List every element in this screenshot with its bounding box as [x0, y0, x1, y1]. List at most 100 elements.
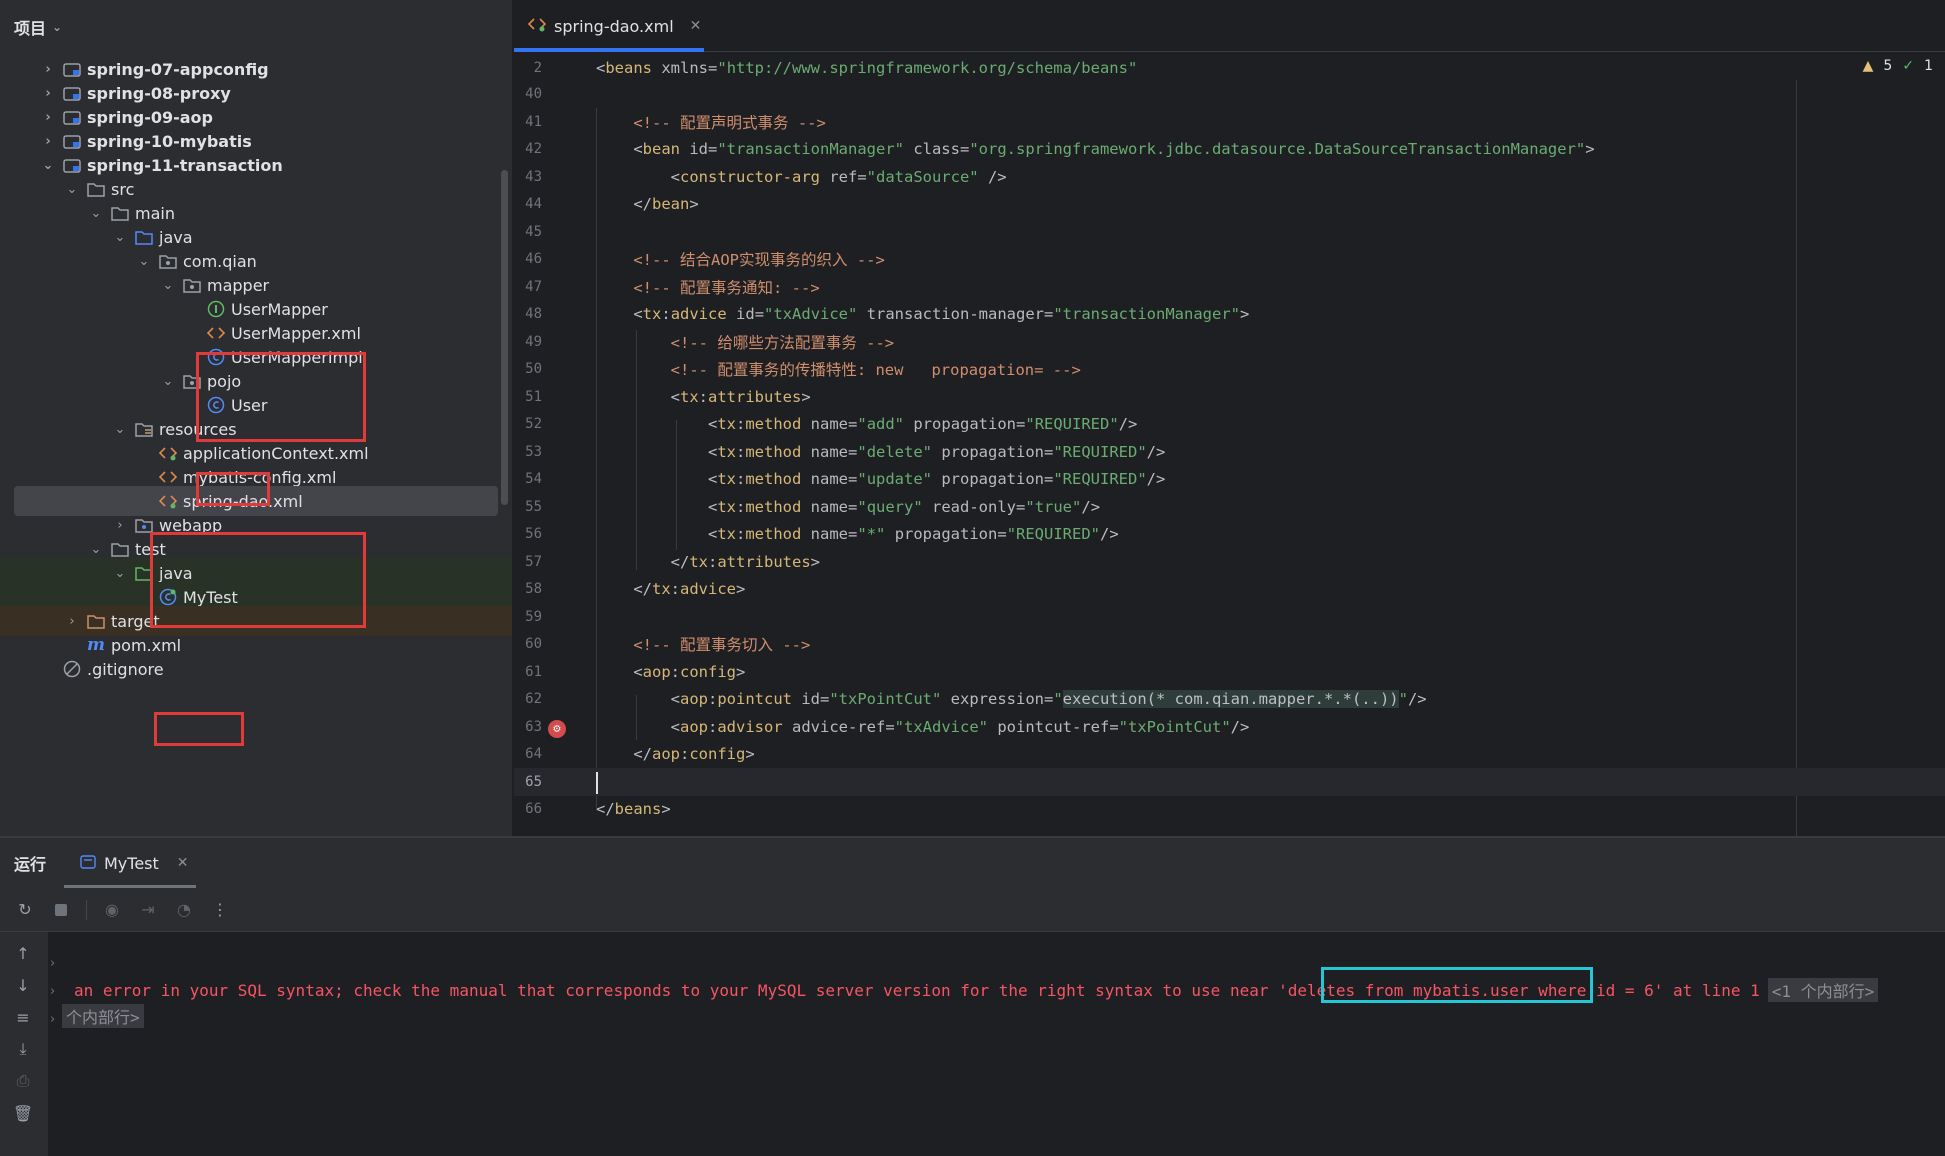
arrow-up-icon[interactable]: ↑	[12, 942, 34, 964]
chevron-right-icon[interactable]: ›	[50, 1012, 55, 1027]
code-line[interactable]: 40	[514, 80, 1945, 108]
code-line[interactable]: 65	[514, 768, 1945, 796]
line-number[interactable]: 57	[514, 554, 542, 570]
line-number[interactable]: 58	[514, 581, 542, 597]
line-number[interactable]: 51	[514, 389, 542, 405]
line-number[interactable]: 49	[514, 334, 542, 350]
line-number[interactable]: 45	[514, 224, 542, 240]
project-panel-header[interactable]: 项目 ⌄	[0, 0, 512, 54]
coverage-icon[interactable]: ◔	[173, 899, 195, 921]
line-number[interactable]: 48	[514, 306, 542, 322]
code-line[interactable]: 56 <tx:method name="*" propagation="REQU…	[514, 520, 1945, 548]
tab-spring-dao-xml[interactable]: spring-dao.xml ✕	[514, 0, 704, 52]
chevron-down-icon[interactable]: ⌄	[160, 374, 176, 389]
tab-mytest-run[interactable]: MyTest ✕	[64, 838, 196, 888]
chevron-down-icon[interactable]: ⌄	[112, 230, 128, 245]
chevron-down-icon[interactable]: ⌄	[52, 20, 62, 34]
code-line[interactable]: 49 <!-- 给哪些方法配置事务 -->	[514, 328, 1945, 356]
line-number[interactable]: 2	[514, 60, 542, 76]
code-line[interactable]: 2 <beans xmlns="http://www.springframewor…	[514, 54, 1945, 82]
code-line[interactable]: 63 <aop:advisor advice-ref="txAdvice" po…	[514, 713, 1945, 741]
collapsed-lines-indicator[interactable]: <1 个内部行>	[1767, 978, 1879, 1002]
line-number[interactable]: 47	[514, 279, 542, 295]
line-number[interactable]: 50	[514, 361, 542, 377]
chevron-right-icon[interactable]: ›	[40, 110, 56, 125]
code-line[interactable]: 64 </aop:config>	[514, 740, 1945, 768]
line-number[interactable]: 41	[514, 114, 542, 130]
line-number[interactable]: 59	[514, 609, 542, 625]
line-number[interactable]: 64	[514, 746, 542, 762]
code-line[interactable]: 52 <tx:method name="add" propagation="RE…	[514, 410, 1945, 438]
line-number[interactable]: 52	[514, 416, 542, 432]
gutter-marker-icon[interactable]: ⚙	[548, 720, 566, 738]
line-number[interactable]: 56	[514, 526, 542, 542]
chevron-down-icon[interactable]: ⌄	[136, 254, 152, 269]
line-number[interactable]: 62	[514, 691, 542, 707]
chevron-down-icon[interactable]: ⌄	[64, 182, 80, 197]
code-line[interactable]: 59	[514, 603, 1945, 631]
line-number[interactable]: 61	[514, 664, 542, 680]
more-options-icon[interactable]: ⋮	[209, 899, 231, 921]
code-line[interactable]: 62 <aop:pointcut id="txPointCut" express…	[514, 685, 1945, 713]
code-line[interactable]: 61 <aop:config>	[514, 658, 1945, 686]
scroll-to-end-icon[interactable]: ⤓	[12, 1038, 34, 1060]
chevron-down-icon[interactable]: ⌄	[88, 542, 104, 557]
line-number[interactable]: 60	[514, 636, 542, 652]
console-fold-line[interactable]: 个内部行>	[62, 1004, 144, 1028]
chevron-right-icon[interactable]: ›	[40, 86, 56, 101]
line-number[interactable]: 63	[514, 719, 542, 735]
code-line[interactable]: 51 <tx:attributes>	[514, 383, 1945, 411]
code-line[interactable]: 58 </tx:advice>	[514, 575, 1945, 603]
code-line[interactable]: 47 <!-- 配置事务通知: -->	[514, 273, 1945, 301]
line-number[interactable]: 66	[514, 801, 542, 817]
print-icon[interactable]: ⎙	[12, 1070, 34, 1092]
code-line[interactable]: 66 </beans>	[514, 795, 1945, 823]
chevron-down-icon[interactable]: ⌄	[40, 158, 56, 173]
camera-icon[interactable]: ◉	[101, 899, 123, 921]
code-line[interactable]: 41 <!-- 配置声明式事务 -->	[514, 108, 1945, 136]
code-line[interactable]: 46 <!-- 结合AOP实现事务的织入 -->	[514, 245, 1945, 273]
line-number[interactable]: 40	[514, 86, 542, 102]
code-line[interactable]: 53 <tx:method name="delete" propagation=…	[514, 438, 1945, 466]
chevron-right-icon[interactable]: ›	[64, 614, 80, 629]
code-line[interactable]: 55 <tx:method name="query" read-only="tr…	[514, 493, 1945, 521]
close-icon[interactable]: ✕	[177, 855, 189, 871]
tree-item-gitignore[interactable]: .gitignore	[0, 654, 512, 684]
code-line[interactable]: 43 <constructor-arg ref="dataSource" />	[514, 163, 1945, 191]
line-number[interactable]: 44	[514, 196, 542, 212]
code-line[interactable]: 48 <tx:advice id="txAdvice" transaction-…	[514, 300, 1945, 328]
chevron-right-icon[interactable]: ›	[112, 518, 128, 533]
chevron-down-icon[interactable]: ⌄	[112, 422, 128, 437]
line-number[interactable]: 53	[514, 444, 542, 460]
code-line[interactable]: 54 <tx:method name="update" propagation=…	[514, 465, 1945, 493]
code-line[interactable]: 50 <!-- 配置事务的传播特性: new propagation= -->	[514, 355, 1945, 383]
line-number[interactable]: 65	[514, 774, 542, 790]
console-error-line[interactable]: an error in your SQL syntax; check the m…	[74, 978, 1879, 1002]
line-number[interactable]: 46	[514, 251, 542, 267]
code-line[interactable]: 45	[514, 218, 1945, 246]
arrow-down-icon[interactable]: ↓	[12, 974, 34, 996]
soft-wrap-icon[interactable]: ≡	[12, 1006, 34, 1028]
line-number[interactable]: 43	[514, 169, 542, 185]
rerun-icon[interactable]: ↻	[14, 899, 36, 921]
code-line[interactable]: 44 </bean>	[514, 190, 1945, 218]
line-number[interactable]: 55	[514, 499, 542, 515]
code-line[interactable]: 42 <bean id="transactionManager" class="…	[514, 135, 1945, 163]
trash-icon[interactable]: 🗑	[12, 1102, 34, 1124]
chevron-right-icon[interactable]: ›	[50, 956, 55, 971]
chevron-right-icon[interactable]: ›	[40, 134, 56, 149]
export-icon[interactable]: ⇥	[137, 899, 159, 921]
stop-icon[interactable]	[50, 899, 72, 921]
chevron-right-icon[interactable]: ›	[40, 62, 56, 77]
tree-scrollbar[interactable]	[501, 170, 508, 505]
line-number[interactable]: 54	[514, 471, 542, 487]
chevron-down-icon[interactable]: ⌄	[88, 206, 104, 221]
chevron-right-icon[interactable]: ›	[50, 984, 55, 999]
chevron-down-icon[interactable]: ⌄	[160, 278, 176, 293]
line-number[interactable]: 42	[514, 141, 542, 157]
code-line[interactable]: 60 <!-- 配置事务切入 -->	[514, 630, 1945, 658]
close-icon[interactable]: ✕	[690, 18, 702, 34]
chevron-down-icon[interactable]: ⌄	[112, 566, 128, 581]
collapsed-lines-indicator[interactable]: 个内部行>	[62, 1004, 144, 1028]
code-line[interactable]: 57 </tx:attributes>	[514, 548, 1945, 576]
